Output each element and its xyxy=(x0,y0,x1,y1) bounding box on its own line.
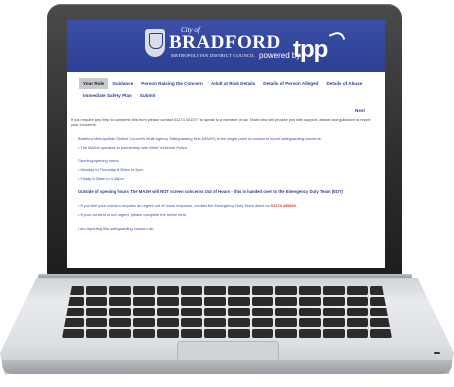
tpp-logo: tpp xyxy=(293,36,328,63)
tab-person-alleged[interactable]: Details of Person Alleged xyxy=(259,78,322,89)
intro-text: If you require any help to complete this… xyxy=(71,117,371,128)
keyboard-key xyxy=(85,329,108,338)
keyboard-key xyxy=(346,307,369,317)
bradford-crest-icon xyxy=(145,29,165,57)
tab-guidance[interactable]: Guidance xyxy=(108,78,137,89)
keyboard-key xyxy=(299,318,321,328)
tab-adult-at-risk[interactable]: Adult at Risk Details xyxy=(207,78,259,89)
keyboard-key xyxy=(204,307,226,317)
keyboard-key xyxy=(180,329,203,338)
keyboard-key xyxy=(299,329,321,338)
laptop-keyboard xyxy=(62,286,392,338)
keyboard-key xyxy=(109,329,132,338)
keyboard-key xyxy=(275,307,298,317)
keyboard-key xyxy=(85,307,108,317)
laptop-trackpad xyxy=(177,341,279,361)
keyboard-key xyxy=(346,296,369,306)
keyboard-key xyxy=(299,296,321,306)
site-header: City of BRADFORD METROPOLITAN DISTRICT C… xyxy=(67,20,385,72)
keyboard-key xyxy=(180,307,203,317)
urgent-text-prefix: • If you feel your concern requires an u… xyxy=(78,203,271,209)
reporting-as-text: I am reporting this safeguarding concern… xyxy=(78,225,154,231)
keyboard-key xyxy=(204,286,226,295)
keyboard-key xyxy=(133,329,155,338)
keyboard-key xyxy=(109,286,132,295)
laptop-base-front xyxy=(2,360,452,374)
emergency-phone-number: 01274 435400 xyxy=(270,203,296,209)
keyboard-key xyxy=(322,296,345,306)
tab-immediate-safety-plan[interactable]: Immediate Safety Plan xyxy=(79,90,136,101)
keyboard-key xyxy=(227,318,250,328)
keyboard-key xyxy=(156,286,179,295)
tab-person-raising-concern[interactable]: Person Raising the Concern xyxy=(137,78,207,89)
keyboard-key xyxy=(251,329,274,338)
keyboard-key xyxy=(156,329,179,338)
keyboard-key xyxy=(156,307,179,317)
keyboard-key xyxy=(275,329,298,338)
keyboard-key xyxy=(227,286,250,295)
keyboard-key xyxy=(251,296,274,306)
mash-intro-text: Bradford Metropolitan District Council's… xyxy=(78,135,322,141)
keyboard-key xyxy=(133,307,155,317)
keyboard-key xyxy=(109,318,132,328)
keyboard-key xyxy=(251,307,274,317)
keyboard-key xyxy=(180,296,203,306)
keyboard-key xyxy=(299,307,321,317)
keyboard-key xyxy=(227,296,250,306)
form-tabs: Your Role Guidance Person Raising the Co… xyxy=(79,78,375,101)
not-urgent-text: • If your concern is not urgent, please … xyxy=(78,211,188,217)
keyboard-key xyxy=(346,318,369,328)
next-button[interactable]: Next xyxy=(355,108,365,113)
keyboard-key xyxy=(346,329,369,338)
keyboard-key xyxy=(85,286,108,295)
keyboard-key xyxy=(299,286,321,295)
keyboard-key xyxy=(322,307,345,317)
tab-submit[interactable]: Submit xyxy=(136,90,160,101)
hours-weekday-text: • Monday to Thursday 8.35am to 5pm. xyxy=(78,167,144,173)
keyboard-key xyxy=(156,318,179,328)
keyboard-key xyxy=(109,307,132,317)
keyboard-key xyxy=(85,318,108,328)
keyboard-key xyxy=(322,286,345,295)
guidance-content: If you require any help to complete this… xyxy=(71,117,379,234)
power-indicator-icon xyxy=(434,352,440,354)
keyboard-key xyxy=(85,296,108,306)
urgent-text: • If you feel your concern requires an u… xyxy=(71,203,379,208)
keyboard-key xyxy=(251,318,274,328)
keyboard-key xyxy=(133,318,155,328)
opening-hours-title: Opening/opening hours: xyxy=(78,158,120,164)
keyboard-key xyxy=(346,286,369,295)
keyboard-key xyxy=(275,318,298,328)
mash-partner-text: • The MASH operates in partnership with … xyxy=(78,144,188,150)
tab-your-role[interactable]: Your Role xyxy=(79,78,109,89)
keyboard-key xyxy=(370,329,392,338)
keyboard-key xyxy=(180,286,203,295)
keyboard-key xyxy=(204,318,226,328)
keyboard-key xyxy=(109,296,132,306)
keyboard-key xyxy=(227,307,250,317)
council-subtitle: METROPOLITAN DISTRICT COUNCIL xyxy=(171,53,255,58)
laptop-screen: City of BRADFORD METROPOLITAN DISTRICT C… xyxy=(67,20,385,268)
keyboard-key xyxy=(204,296,226,306)
keyboard-key xyxy=(275,296,298,306)
keyboard-key xyxy=(275,286,298,295)
keyboard-key xyxy=(322,329,345,338)
keyboard-key xyxy=(322,318,345,328)
hours-friday-text: • Friday 8.35am to 4.35pm. xyxy=(78,175,125,181)
tpp-swoosh-icon xyxy=(328,29,346,45)
keyboard-key xyxy=(133,286,155,295)
keyboard-key xyxy=(156,296,179,306)
keyboard-key xyxy=(251,286,274,295)
keyboard-key xyxy=(133,296,155,306)
keyboard-key xyxy=(62,329,84,338)
out-of-hours-heading: Outside of opening hours The MASH will N… xyxy=(78,189,343,195)
keyboard-key xyxy=(227,329,250,338)
keyboard-key xyxy=(180,318,203,328)
tab-details-of-abuse[interactable]: Details of Abuse xyxy=(322,78,366,89)
keyboard-key xyxy=(204,329,226,338)
